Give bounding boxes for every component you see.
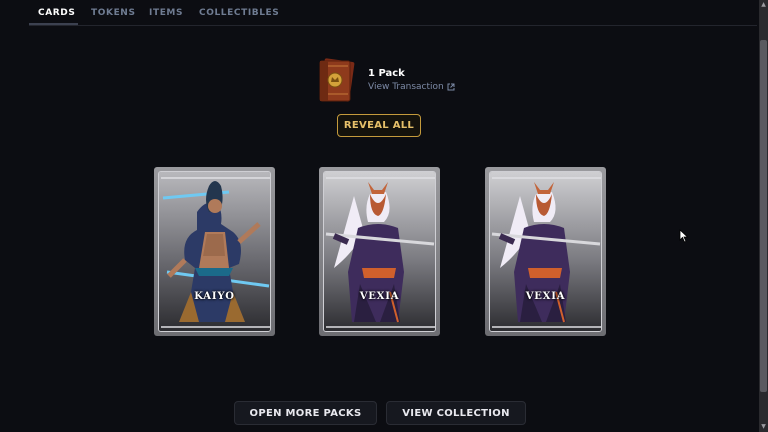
card-name: VEXIA: [525, 291, 566, 302]
open-more-packs-button[interactable]: OPEN MORE PACKS: [234, 401, 377, 425]
tab-items[interactable]: ITEMS: [149, 8, 183, 18]
tab-cards[interactable]: CARDS: [38, 8, 75, 18]
tab-tokens[interactable]: TOKENS: [91, 8, 136, 18]
reveal-all-button[interactable]: REVEAL ALL: [337, 114, 421, 137]
card-pack-icon: [319, 58, 355, 102]
view-transaction-label: View Transaction: [368, 82, 444, 92]
active-tab-indicator: [29, 23, 78, 25]
card-art: VEXIA: [323, 171, 436, 332]
view-collection-button[interactable]: VIEW COLLECTION: [386, 401, 526, 425]
card-name: KAIYO: [194, 291, 235, 302]
card-vexia[interactable]: VEXIA: [485, 167, 606, 336]
scrollbar[interactable]: ▲ ▼: [759, 0, 768, 432]
card-kaiyo[interactable]: KAIYO: [154, 167, 275, 336]
external-link-icon: [447, 83, 455, 91]
vexia-artwork: [324, 172, 435, 331]
scroll-thumb[interactable]: [760, 40, 767, 392]
card-art: KAIYO: [158, 171, 271, 332]
tab-collectibles[interactable]: COLLECTIBLES: [199, 8, 279, 18]
pack-count: 1 Pack: [368, 68, 405, 79]
kaiyo-artwork: [159, 172, 270, 331]
view-transaction-link[interactable]: View Transaction: [368, 82, 455, 92]
card-art: VEXIA: [489, 171, 602, 332]
card-vexia[interactable]: VEXIA: [319, 167, 440, 336]
scroll-up-icon[interactable]: ▲: [760, 1, 767, 9]
card-name: VEXIA: [359, 291, 400, 302]
tab-bar: CARDS TOKENS ITEMS COLLECTIBLES: [29, 0, 757, 26]
vexia-artwork: [490, 172, 601, 331]
mouse-cursor-icon: [679, 229, 689, 243]
scroll-down-icon[interactable]: ▼: [760, 423, 767, 431]
